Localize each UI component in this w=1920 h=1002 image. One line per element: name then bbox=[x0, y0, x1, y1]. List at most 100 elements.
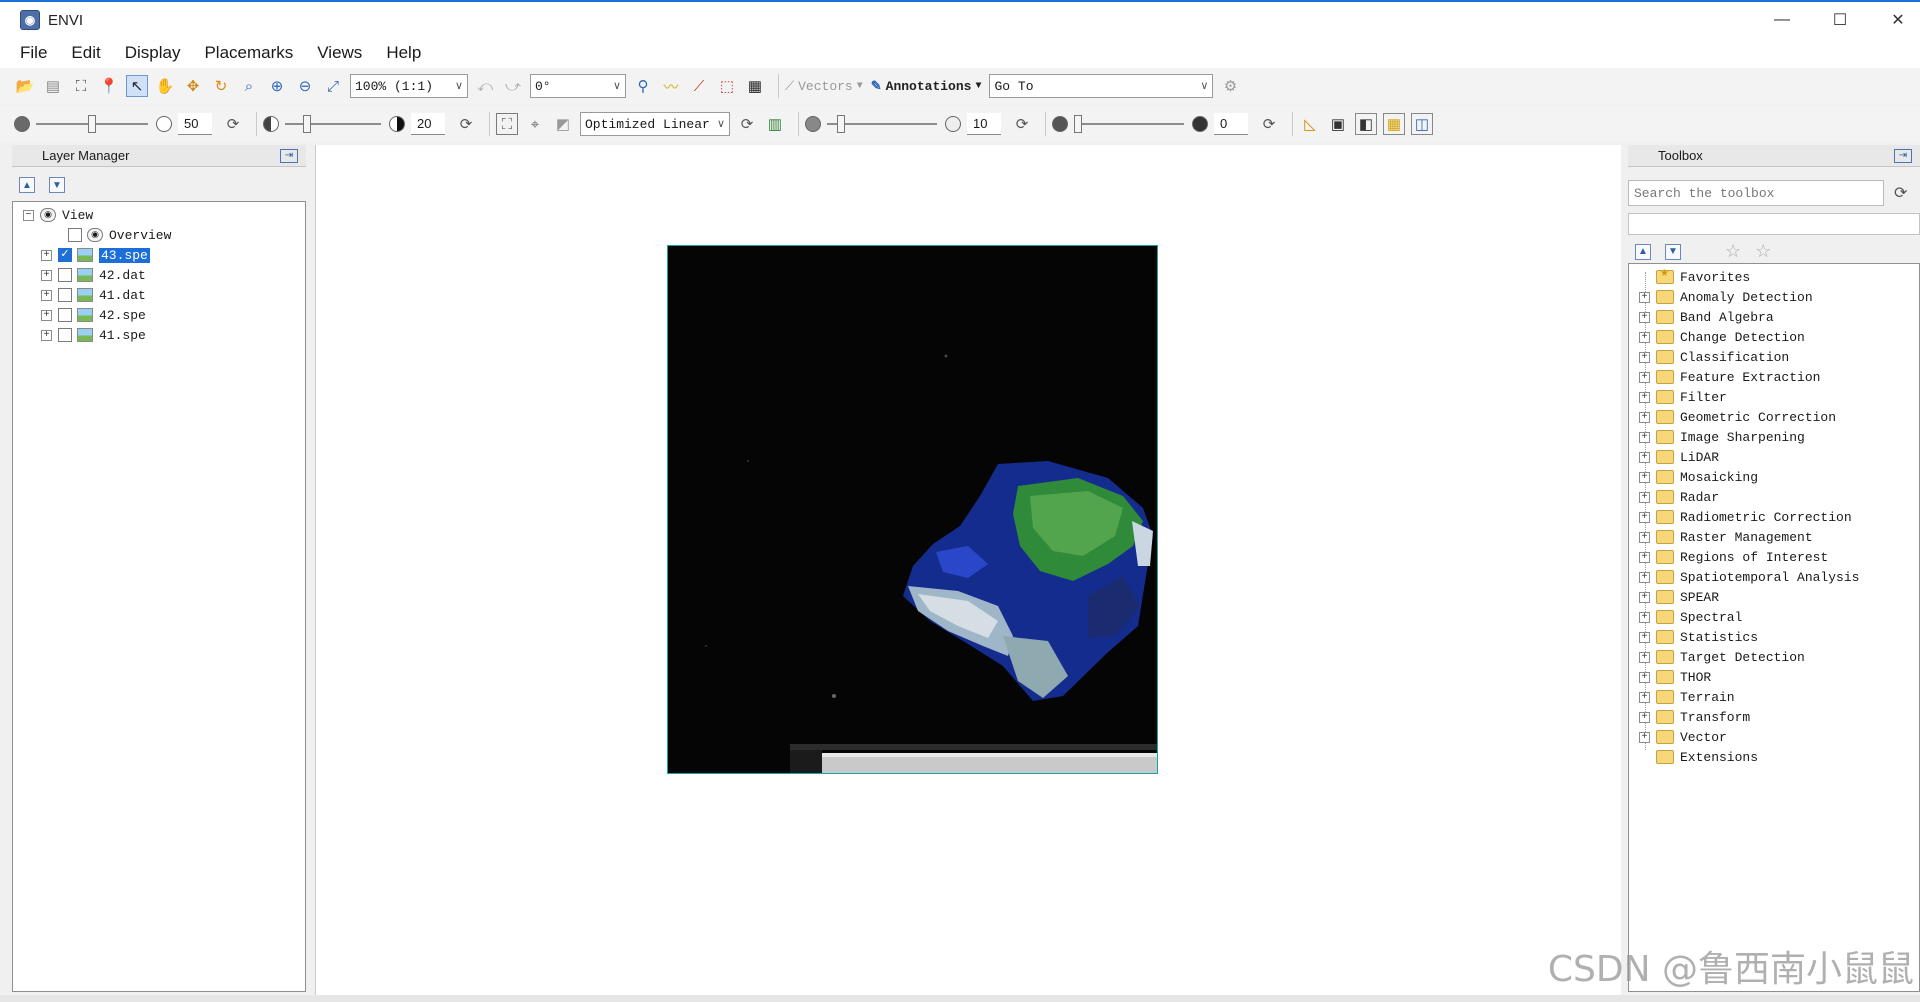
portal-icon[interactable]: ◺ bbox=[1299, 113, 1321, 135]
reset-icon[interactable]: ⟳ bbox=[222, 113, 244, 135]
layer-item[interactable]: +42.spe bbox=[41, 305, 146, 325]
layer-checkbox[interactable]: ✓ bbox=[58, 248, 72, 262]
reset-icon[interactable]: ⟳ bbox=[1258, 113, 1280, 135]
expand-icon[interactable]: + bbox=[1639, 551, 1650, 563]
reset-icon[interactable]: ⟳ bbox=[1011, 113, 1033, 135]
expand-icon[interactable]: + bbox=[41, 249, 52, 261]
raster-image[interactable] bbox=[667, 245, 1158, 774]
expand-icon[interactable]: + bbox=[1639, 291, 1650, 303]
pan-hand-icon[interactable]: ✋ bbox=[154, 75, 176, 97]
expand-icon[interactable]: + bbox=[1639, 531, 1650, 543]
view-node[interactable]: − ◉ View bbox=[23, 205, 93, 225]
contrast-slider[interactable] bbox=[285, 113, 381, 135]
toolbox-item[interactable]: + Band Algebra bbox=[1639, 307, 1774, 327]
layer-checkbox[interactable] bbox=[58, 308, 72, 322]
expand-icon[interactable]: + bbox=[1639, 351, 1650, 363]
expand-icon[interactable]: + bbox=[1639, 731, 1650, 743]
crosshair-icon[interactable]: ⚲ bbox=[632, 75, 654, 97]
chip-view-icon[interactable]: ▣ bbox=[1327, 113, 1349, 135]
layer-item[interactable]: +41.dat bbox=[41, 285, 146, 305]
overview-node[interactable]: ◉ Overview bbox=[68, 225, 171, 245]
roi-icon[interactable]: ⬚ bbox=[716, 75, 738, 97]
toolbox-item[interactable]: + SPEAR bbox=[1639, 587, 1719, 607]
menu-file[interactable]: File bbox=[8, 43, 59, 63]
zoom-in-icon[interactable]: ⊕ bbox=[266, 75, 288, 97]
collapse-all-icon[interactable]: ▲ bbox=[1635, 243, 1651, 260]
expand-icon[interactable]: + bbox=[41, 329, 52, 341]
refresh-icon[interactable]: ⟳ bbox=[1894, 183, 1907, 203]
toolbox-item[interactable]: + LiDAR bbox=[1639, 447, 1719, 467]
layer-item[interactable]: + ✓ 43.spe bbox=[41, 245, 150, 265]
fly-icon[interactable]: ✥ bbox=[182, 75, 204, 97]
pin-icon[interactable]: ⇥ bbox=[280, 148, 298, 163]
menu-placemarks[interactable]: Placemarks bbox=[192, 43, 305, 63]
toolbox-item[interactable]: + THOR bbox=[1639, 667, 1711, 687]
toolbox-item[interactable]: + Feature Extraction bbox=[1639, 367, 1820, 387]
layer-checkbox[interactable] bbox=[58, 288, 72, 302]
expand-icon[interactable]: + bbox=[1639, 571, 1650, 583]
expand-icon[interactable]: + bbox=[1639, 311, 1650, 323]
toolbox-item[interactable]: + Transform bbox=[1639, 707, 1750, 727]
zoom-full-icon[interactable]: ⤢ bbox=[322, 75, 344, 97]
slider-thumb[interactable] bbox=[303, 115, 311, 133]
toolbox-item[interactable]: + Terrain bbox=[1639, 687, 1735, 707]
slider-thumb[interactable] bbox=[837, 115, 845, 133]
open-file-icon[interactable]: 📂 bbox=[14, 75, 36, 97]
rotation-combo[interactable]: 0° ∨ bbox=[530, 74, 626, 98]
blend-icon[interactable]: ◧ bbox=[1355, 113, 1377, 135]
toolbox-item[interactable]: Extensions bbox=[1639, 747, 1758, 767]
swipe-icon[interactable]: ◫ bbox=[1411, 113, 1433, 135]
vectors-button[interactable]: ⟋ Vectors ▼ bbox=[785, 79, 863, 94]
spectral-profile-icon[interactable]: 〰 bbox=[660, 75, 682, 97]
expand-icon[interactable]: + bbox=[1639, 471, 1650, 483]
flicker-icon[interactable]: ▦ bbox=[1383, 113, 1405, 135]
toolbox-item[interactable]: + Mosaicking bbox=[1639, 467, 1758, 487]
add-favorite-icon[interactable]: ☆ bbox=[1725, 241, 1741, 262]
move-down-icon[interactable]: ▼ bbox=[49, 177, 65, 193]
stretch-view-icon[interactable]: ⌖ bbox=[524, 113, 546, 135]
histogram-icon[interactable]: ▥ bbox=[764, 113, 786, 135]
zoom-out-icon[interactable]: ⊖ bbox=[294, 75, 316, 97]
expand-icon[interactable]: + bbox=[1639, 691, 1650, 703]
transparency-value[interactable]: 0 bbox=[1214, 113, 1248, 135]
layer-item[interactable]: +42.dat bbox=[41, 265, 146, 285]
annotations-button[interactable]: ✎ Annotations ▼ bbox=[871, 79, 982, 94]
stretch-full-icon[interactable]: ⛶ bbox=[496, 113, 518, 135]
toolbox-item[interactable]: + Statistics bbox=[1639, 627, 1758, 647]
data-manager-icon[interactable]: ▤ bbox=[42, 75, 64, 97]
toolbox-item[interactable]: + Change Detection bbox=[1639, 327, 1805, 347]
maximize-button[interactable]: ☐ bbox=[1811, 2, 1869, 38]
reset-icon[interactable]: ⟳ bbox=[736, 113, 758, 135]
toolbox-item[interactable]: + Image Sharpening bbox=[1639, 427, 1805, 447]
expand-icon[interactable]: + bbox=[1639, 671, 1650, 683]
pin-icon[interactable]: ⇥ bbox=[1894, 148, 1912, 163]
slider-thumb[interactable] bbox=[1074, 115, 1082, 133]
overview-checkbox[interactable] bbox=[68, 228, 82, 242]
expand-icon[interactable]: + bbox=[41, 269, 52, 281]
placemark-icon[interactable]: 📍 bbox=[98, 75, 120, 97]
toolbox-item[interactable]: Favorites bbox=[1639, 267, 1750, 287]
expand-icon[interactable]: + bbox=[1639, 511, 1650, 523]
expand-icon[interactable]: + bbox=[1639, 651, 1650, 663]
crop-icon[interactable]: ⛶ bbox=[70, 75, 92, 97]
layer-checkbox[interactable] bbox=[58, 268, 72, 282]
reset-icon[interactable]: ⟳ bbox=[455, 113, 477, 135]
toolbox-item[interactable]: + Classification bbox=[1639, 347, 1789, 367]
toolbox-item[interactable]: + Anomaly Detection bbox=[1639, 287, 1813, 307]
toolbox-search-input[interactable]: Search the toolbox bbox=[1628, 180, 1884, 206]
layer-checkbox[interactable] bbox=[58, 328, 72, 342]
expand-icon[interactable]: + bbox=[1639, 611, 1650, 623]
image-view[interactable] bbox=[315, 145, 1621, 995]
stretch-combo[interactable]: Optimized Linear ∨ bbox=[580, 112, 730, 136]
toolbox-item[interactable]: + Raster Management bbox=[1639, 527, 1813, 547]
stretch-type-icon[interactable]: ◩ bbox=[552, 113, 574, 135]
select-cursor-icon[interactable]: ↖ bbox=[126, 75, 148, 97]
pixel-value-icon[interactable]: ▦ bbox=[744, 75, 766, 97]
toolbox-item[interactable]: + Regions of Interest bbox=[1639, 547, 1828, 567]
layer-item[interactable]: +41.spe bbox=[41, 325, 146, 345]
menu-display[interactable]: Display bbox=[113, 43, 193, 63]
expand-icon[interactable]: + bbox=[1639, 591, 1650, 603]
minimize-button[interactable]: — bbox=[1753, 2, 1811, 38]
menu-views[interactable]: Views bbox=[305, 43, 374, 63]
rotate-icon[interactable]: ↻ bbox=[210, 75, 232, 97]
